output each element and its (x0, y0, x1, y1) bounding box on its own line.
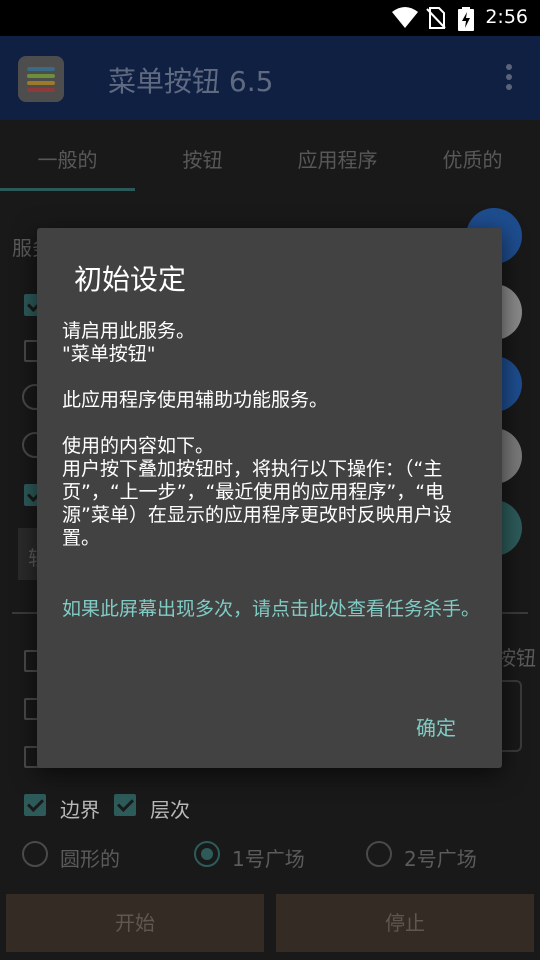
body-line-app-name: "菜单按钮" (62, 343, 156, 365)
body-line-accessibility: 此应用程序使用辅助功能服务。 (62, 389, 329, 411)
clock: 2:56 (485, 6, 528, 28)
ok-button[interactable]: 确定 (416, 712, 456, 741)
overflow-menu-icon[interactable] (506, 64, 514, 92)
body-line-details: 用户按下叠加按钮时，将执行以下操作：（“主页”，“上一步”，“最近使用的应用程序… (62, 458, 452, 549)
wifi-icon (392, 7, 418, 28)
no-sim-icon (426, 7, 446, 29)
task-killer-link[interactable]: 如果此屏幕出现多次，请点击此处查看任务杀手。 (62, 598, 482, 621)
initial-setup-dialog: 初始设定 请启用此服务。 "菜单按钮" 此应用程序使用辅助功能服务。 使用的内容… (37, 228, 502, 768)
app-logo-icon (18, 56, 64, 102)
dialog-title: 初始设定 (74, 263, 187, 296)
body-line-usage: 使用的内容如下。 (62, 435, 215, 457)
dialog-body: 请启用此服务。 "菜单按钮" 此应用程序使用辅助功能服务。 使用的内容如下。 用… (62, 320, 482, 550)
body-line-enable: 请启用此服务。 (62, 320, 196, 342)
app-title: 菜单按钮 6.5 (108, 65, 274, 98)
battery-charging-icon (458, 7, 474, 31)
status-bar: 2:56 (0, 0, 540, 36)
app-bar: 菜单按钮 6.5 (0, 36, 540, 120)
